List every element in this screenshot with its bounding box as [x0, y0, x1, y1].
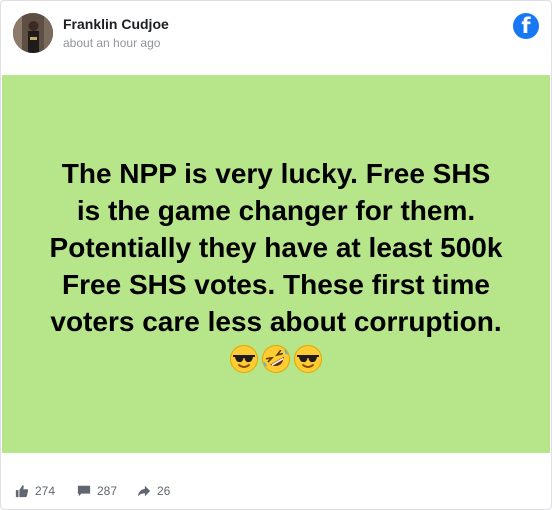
share-arrow-icon — [137, 485, 151, 497]
emoji-row — [229, 344, 323, 374]
sunglasses-emoji-icon — [230, 344, 258, 373]
post-footer: 274 287 26 — [1, 453, 551, 509]
rofl-emoji-icon — [262, 344, 290, 373]
share-count[interactable]: 26 — [137, 483, 170, 499]
avatar[interactable] — [13, 13, 53, 53]
avatar-photo — [13, 13, 53, 53]
facebook-logo-letter: f — [521, 14, 531, 38]
comment-icon — [77, 485, 91, 497]
post-card: Franklin Cudjoe about an hour ago f The … — [0, 0, 552, 510]
author-name[interactable]: Franklin Cudjoe — [63, 16, 169, 32]
post-header: Franklin Cudjoe about an hour ago f — [1, 1, 551, 75]
post-content: The NPP is very lucky. Free SHS is the g… — [2, 75, 550, 453]
comment-count[interactable]: 287 — [77, 483, 117, 499]
like-count-value: 274 — [35, 484, 56, 498]
share-count-value: 26 — [157, 484, 171, 498]
like-count[interactable]: 274 — [15, 483, 55, 499]
post-text: The NPP is very lucky. Free SHS is the g… — [49, 157, 503, 337]
comment-count-value: 287 — [97, 484, 118, 498]
sunglasses-emoji-icon — [294, 344, 322, 373]
facebook-logo-icon[interactable]: f — [513, 13, 539, 39]
thumbs-up-icon — [15, 485, 29, 498]
post-timestamp[interactable]: about an hour ago — [63, 36, 160, 50]
